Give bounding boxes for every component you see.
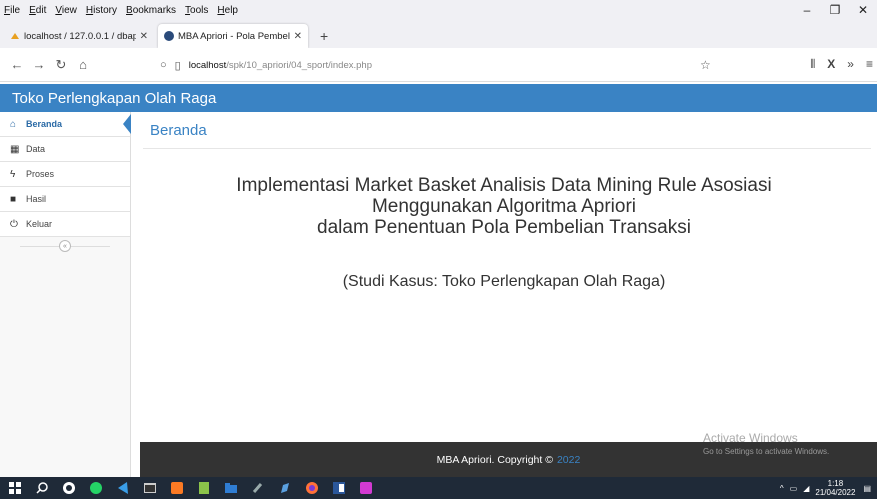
restore-button[interactable]: ❐ <box>821 3 849 17</box>
forward-arrow-icon[interactable]: → <box>28 57 50 72</box>
sidebar-item-proses[interactable]: ϟ Proses <box>0 162 130 187</box>
close-window-button[interactable]: ✕ <box>849 3 877 17</box>
sidebar-item-beranda[interactable]: ⌂ Beranda <box>0 112 131 137</box>
sidebar-item-label: Data <box>26 144 46 154</box>
clock-time: 1:18 <box>827 479 844 488</box>
title-divider <box>143 148 871 149</box>
reload-icon[interactable]: ↻ <box>50 57 72 73</box>
notepad-icon[interactable] <box>197 481 211 495</box>
heading-line-3: dalam Penentuan Pola Pembelian Transaksi <box>317 217 691 238</box>
volume-icon[interactable]: ◢ <box>803 484 809 493</box>
sidebar-item-data[interactable]: ▦ Data <box>0 137 130 162</box>
overflow-chevron-icon[interactable]: » <box>847 57 854 72</box>
main-content: Beranda Implementasi Market Basket Anali… <box>131 112 877 442</box>
whatsapp-icon[interactable] <box>89 481 103 495</box>
activation-watermark-title: Activate Windows <box>703 431 798 445</box>
menu-help[interactable]: Help <box>217 5 238 16</box>
xampp-icon[interactable] <box>170 481 184 495</box>
toolbar-right: ⫴ X » ≡ <box>810 57 873 72</box>
heading-line-1: Implementasi Market Basket Analisis Data… <box>236 175 772 196</box>
clock[interactable]: 1:18 21/04/2022 <box>815 479 855 497</box>
window-controls: – ❐ ✕ <box>793 0 877 20</box>
menu-tools[interactable]: Tools <box>185 5 208 16</box>
menu-edit[interactable]: Edit <box>29 5 46 16</box>
page-title: Beranda <box>150 122 207 139</box>
minimize-button[interactable]: – <box>793 3 821 17</box>
menu-view[interactable]: View <box>55 5 77 16</box>
word-icon[interactable] <box>332 481 346 495</box>
site-favicon-icon <box>164 31 174 41</box>
url-path: /spk/10_apriori/04_sport/index.php <box>226 59 372 71</box>
folder-icon[interactable] <box>224 481 238 495</box>
power-icon: ⏻ <box>10 218 18 230</box>
taskbar: ^ ▭ ◢ 1:18 21/04/2022 ▤ <box>0 477 877 499</box>
circle-app-icon[interactable] <box>62 481 76 495</box>
pen-app-icon[interactable] <box>278 481 292 495</box>
tray-chevron-icon[interactable]: ^ <box>780 484 784 493</box>
system-tray: ^ ▭ ◢ 1:18 21/04/2022 ▤ <box>780 479 871 497</box>
navigation-bar: ← → ↻ ⌂ ○ ▯ localhost/spk/10_apriori/04_… <box>0 48 877 82</box>
sidebar-item-keluar[interactable]: ⏻ Keluar <box>0 212 130 237</box>
firefox-icon[interactable] <box>305 481 319 495</box>
notification-icon[interactable]: ▤ <box>863 484 871 493</box>
tab-label: localhost / 127.0.0.1 / dbapriori <box>24 30 136 42</box>
windows-start-icon[interactable] <box>8 481 22 495</box>
tools-icon[interactable] <box>251 481 265 495</box>
bookmark-star-icon[interactable]: ☆ <box>700 58 711 72</box>
tab-label: MBA Apriori - Pola Pembelian P <box>178 30 290 42</box>
sidebar: ⌂ Beranda ▦ Data ϟ Proses ■ Hasil ⏻ Kelu… <box>0 112 131 477</box>
clock-date: 21/04/2022 <box>815 488 856 497</box>
paint-icon[interactable] <box>359 481 373 495</box>
sidebar-item-label: Beranda <box>26 119 63 129</box>
home-icon: ⌂ <box>10 118 17 130</box>
heading-line-2: Menggunakan Algoritma Apriori <box>371 196 637 217</box>
book-icon: ■ <box>10 193 17 205</box>
network-icon[interactable]: ▭ <box>790 484 798 493</box>
bolt-icon: ϟ <box>10 168 16 180</box>
tab-mba-apriori[interactable]: MBA Apriori - Pola Pembelian P ✕ <box>158 24 308 48</box>
site-header: Toko Perlengkapan Olah Raga <box>0 84 877 112</box>
home-button-icon[interactable]: ⌂ <box>72 57 94 72</box>
tab-close-icon[interactable]: ✕ <box>294 31 302 42</box>
new-tab-button[interactable]: + <box>312 28 336 48</box>
table-icon: ▦ <box>10 143 20 155</box>
vscode-icon[interactable] <box>116 481 130 495</box>
terminal-icon[interactable] <box>143 481 157 495</box>
search-icon[interactable] <box>35 481 49 495</box>
page-icon: ▯ <box>174 59 181 72</box>
menu-file[interactable]: File <box>4 5 20 16</box>
tab-phpmyadmin[interactable]: localhost / 127.0.0.1 / dbapriori ✕ <box>4 24 154 48</box>
back-arrow-icon[interactable]: ← <box>6 57 28 72</box>
sidebar-collapse: « <box>0 237 130 255</box>
collapse-chevron-icon[interactable]: « <box>59 240 71 252</box>
sidebar-item-label: Proses <box>26 169 55 179</box>
menu-history[interactable]: History <box>86 5 117 16</box>
hamburger-menu-icon[interactable]: ≡ <box>866 57 873 72</box>
sidebar-item-hasil[interactable]: ■ Hasil <box>0 187 130 212</box>
extension-x-icon[interactable]: X <box>827 57 835 72</box>
menu-bookmarks[interactable]: Bookmarks <box>126 5 176 16</box>
url-host: localhost <box>188 59 227 71</box>
url-bar[interactable]: ○ ▯ localhost/spk/10_apriori/04_sport/in… <box>160 54 730 76</box>
phpmyadmin-favicon-icon <box>11 33 19 39</box>
tab-close-icon[interactable]: ✕ <box>140 31 148 42</box>
copyright-year: 2022 <box>556 453 581 466</box>
library-icon[interactable]: ⫴ <box>810 57 815 72</box>
subheading: (Studi Kasus: Toko Perlengkapan Olah Rag… <box>342 273 666 290</box>
sidebar-item-label: Hasil <box>26 194 47 204</box>
shield-icon[interactable]: ○ <box>160 59 167 71</box>
sidebar-item-label: Keluar <box>26 219 53 229</box>
menu-bar: File Edit View History Bookmarks Tools H… <box>0 0 877 20</box>
copyright-text: MBA Apriori. Copyright © <box>436 453 553 466</box>
tab-bar: localhost / 127.0.0.1 / dbapriori ✕ MBA … <box>0 20 877 48</box>
activation-watermark-subtitle: Go to Settings to activate Windows. <box>703 447 830 456</box>
